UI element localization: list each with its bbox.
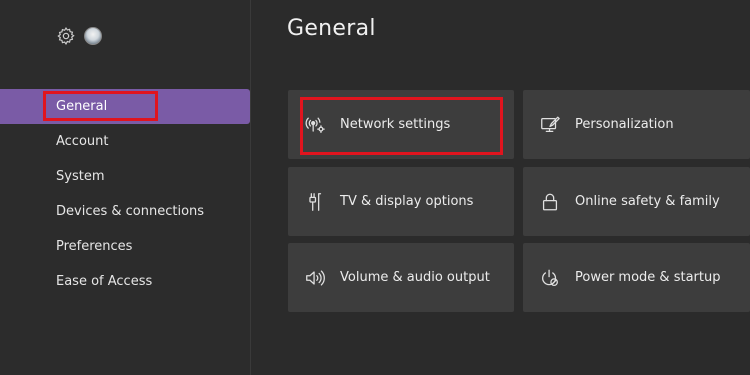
sidebar-item-ease-of-access[interactable]: Ease of Access bbox=[0, 264, 250, 299]
settings-app: General Account System Devices & connect… bbox=[0, 0, 750, 375]
tile-power-mode-startup[interactable]: Power mode & startup bbox=[523, 243, 750, 312]
tile-label: Personalization bbox=[575, 117, 674, 132]
sidebar-item-account[interactable]: Account bbox=[0, 124, 250, 159]
tile-label: Online safety & family bbox=[575, 194, 720, 209]
power-icon bbox=[539, 267, 561, 289]
sidebar-item-label: Preferences bbox=[56, 239, 133, 254]
sidebar-item-label: System bbox=[56, 169, 105, 184]
tile-tv-display-options[interactable]: TV & display options bbox=[288, 167, 514, 236]
sidebar-item-preferences[interactable]: Preferences bbox=[0, 229, 250, 264]
tile-label: Power mode & startup bbox=[575, 270, 721, 285]
sidebar-item-general[interactable]: General bbox=[0, 89, 250, 124]
tile-label: Network settings bbox=[340, 117, 451, 132]
tile-label: TV & display options bbox=[340, 194, 474, 209]
tv-display-icon bbox=[304, 191, 326, 213]
sidebar: General Account System Devices & connect… bbox=[0, 0, 250, 375]
lock-icon bbox=[539, 191, 561, 213]
gear-icon[interactable] bbox=[56, 26, 76, 46]
sidebar-header bbox=[56, 26, 102, 46]
sidebar-item-label: Account bbox=[56, 134, 109, 149]
sidebar-item-devices-connections[interactable]: Devices & connections bbox=[0, 194, 250, 229]
speaker-icon bbox=[304, 267, 326, 289]
sidebar-divider bbox=[250, 0, 251, 375]
tile-volume-audio-output[interactable]: Volume & audio output bbox=[288, 243, 514, 312]
sidebar-item-label: General bbox=[56, 99, 108, 114]
tile-personalization[interactable]: Personalization bbox=[523, 90, 750, 159]
sidebar-nav: General Account System Devices & connect… bbox=[0, 89, 250, 299]
network-settings-icon bbox=[304, 114, 326, 136]
tile-label: Volume & audio output bbox=[340, 270, 490, 285]
sidebar-item-system[interactable]: System bbox=[0, 159, 250, 194]
page-title: General bbox=[287, 16, 376, 41]
tile-network-settings[interactable]: Network settings bbox=[288, 90, 514, 159]
sidebar-item-label: Ease of Access bbox=[56, 274, 153, 289]
avatar[interactable] bbox=[84, 27, 102, 45]
tile-online-safety-family[interactable]: Online safety & family bbox=[523, 167, 750, 236]
sidebar-item-label: Devices & connections bbox=[56, 204, 205, 219]
personalization-icon bbox=[539, 114, 561, 136]
